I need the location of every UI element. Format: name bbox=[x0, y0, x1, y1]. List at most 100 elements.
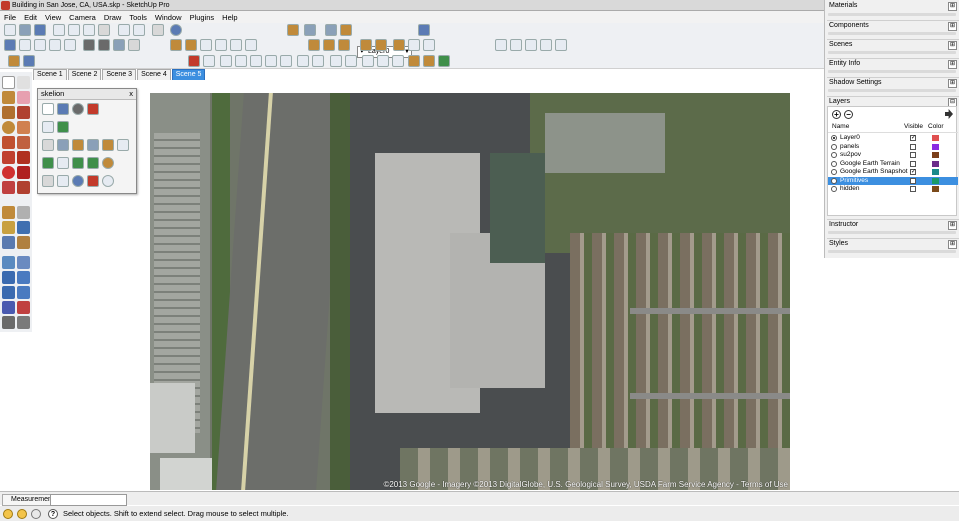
column-visible[interactable]: Visible bbox=[904, 123, 923, 131]
close-icon[interactable]: x bbox=[129, 89, 133, 99]
panel-instructor[interactable]: Instructor ⊞ bbox=[827, 219, 959, 230]
eraser-tool-icon[interactable] bbox=[17, 91, 30, 104]
panel-entity-info[interactable]: Entity Info ⊞ bbox=[827, 58, 959, 69]
skelion-tilt-icon[interactable] bbox=[72, 139, 84, 151]
warehouse-icon[interactable] bbox=[230, 39, 242, 51]
walk-tool-icon[interactable] bbox=[2, 316, 15, 329]
visible-checkbox[interactable] bbox=[910, 177, 916, 184]
sketchup-app-icon[interactable] bbox=[1, 1, 10, 10]
layer-row[interactable]: Layer0 ✓ bbox=[828, 134, 958, 142]
skelion-arch-icon[interactable] bbox=[42, 175, 54, 187]
active-layer-radio[interactable] bbox=[831, 177, 837, 184]
orbit-icon[interactable] bbox=[2, 256, 15, 269]
redo-icon[interactable] bbox=[133, 24, 145, 36]
menu-camera[interactable]: Camera bbox=[69, 13, 96, 22]
layer-color-swatch[interactable] bbox=[932, 186, 939, 192]
smoove-icon[interactable] bbox=[203, 55, 215, 67]
export-icon[interactable] bbox=[438, 55, 450, 67]
rectangle-tool-icon[interactable] bbox=[2, 106, 15, 119]
skelion-sun-icon[interactable] bbox=[102, 157, 114, 169]
active-layer-radio[interactable] bbox=[831, 160, 837, 167]
credits-icon[interactable] bbox=[17, 509, 27, 519]
circle-tool-icon[interactable] bbox=[2, 121, 15, 134]
look-around-icon[interactable] bbox=[17, 301, 30, 314]
active-layer-radio[interactable] bbox=[831, 186, 837, 192]
skelion-target-icon[interactable] bbox=[87, 175, 99, 187]
expand-icon[interactable]: ⊞ bbox=[948, 41, 957, 50]
skelion-filter-icon[interactable] bbox=[102, 139, 114, 151]
union-icon[interactable] bbox=[495, 39, 507, 51]
expand-icon[interactable]: ⊞ bbox=[948, 22, 957, 31]
skelion-sun-path-icon[interactable] bbox=[57, 157, 69, 169]
new-file-icon[interactable] bbox=[4, 24, 16, 36]
layer-row[interactable]: Primitives bbox=[828, 176, 958, 185]
wireframe-icon[interactable] bbox=[98, 39, 110, 51]
door-icon[interactable] bbox=[392, 55, 404, 67]
active-layer-radio[interactable] bbox=[831, 135, 837, 141]
monochrome-icon[interactable] bbox=[128, 39, 140, 51]
panel-materials[interactable]: Materials ⊞ bbox=[827, 1, 959, 11]
sandbox-icon[interactable] bbox=[408, 39, 420, 51]
paste-icon[interactable] bbox=[83, 24, 95, 36]
visible-checkbox[interactable]: ✓ bbox=[910, 169, 916, 175]
satellite-imagery[interactable]: ©2013 Google - Imagery ©2013 DigitalGlob… bbox=[150, 93, 790, 490]
layer-row[interactable]: Google Earth Terrain bbox=[828, 160, 958, 168]
visible-checkbox[interactable] bbox=[910, 152, 916, 158]
skelion-m-icon[interactable] bbox=[57, 121, 69, 133]
layer-manager-icon[interactable] bbox=[418, 24, 430, 36]
text-tool-icon[interactable] bbox=[17, 221, 30, 234]
save-icon[interactable] bbox=[34, 24, 46, 36]
column-color[interactable]: Color bbox=[928, 123, 944, 131]
extrude-icon[interactable] bbox=[408, 55, 420, 67]
protractor-icon[interactable] bbox=[2, 221, 15, 234]
expand-icon[interactable]: ⊞ bbox=[948, 221, 957, 230]
menu-view[interactable]: View bbox=[45, 13, 61, 22]
add-detail-icon[interactable] bbox=[265, 55, 277, 67]
outer-shell-icon[interactable] bbox=[23, 55, 35, 67]
materials-icon[interactable] bbox=[423, 55, 435, 67]
help-icon[interactable] bbox=[72, 175, 84, 187]
section-icon[interactable] bbox=[185, 39, 197, 51]
panel-shadow-settings[interactable]: Shadow Settings ⊞ bbox=[827, 77, 959, 88]
layer-color-swatch[interactable] bbox=[932, 177, 939, 184]
expand-icon[interactable]: ⊞ bbox=[948, 79, 957, 88]
layer-row[interactable]: su2pov bbox=[828, 151, 958, 159]
lattice-icon[interactable] bbox=[312, 55, 324, 67]
skelion-eye-icon[interactable] bbox=[42, 157, 54, 169]
layer-color-swatch[interactable] bbox=[932, 152, 939, 158]
grid-icon[interactable] bbox=[220, 55, 232, 67]
axes-tool-icon[interactable] bbox=[2, 236, 15, 249]
help-icon[interactable]: ? bbox=[48, 509, 58, 519]
panel-styles[interactable]: Styles ⊞ bbox=[827, 238, 959, 249]
layer-color-swatch[interactable] bbox=[932, 135, 939, 141]
ruby-console-icon[interactable] bbox=[393, 39, 405, 51]
right-view-icon[interactable] bbox=[49, 39, 61, 51]
user-icon[interactable] bbox=[31, 509, 41, 519]
iso-view-icon[interactable] bbox=[4, 39, 16, 51]
panel-layers[interactable]: Layers ⊟ bbox=[827, 96, 959, 107]
follow-me-tool-icon[interactable] bbox=[17, 166, 30, 179]
rotate-tool-icon[interactable] bbox=[2, 166, 15, 179]
menu-help[interactable]: Help bbox=[222, 13, 237, 22]
follow-me-icon[interactable] bbox=[8, 55, 20, 67]
xray-icon[interactable] bbox=[83, 39, 95, 51]
column-name[interactable]: Name bbox=[832, 123, 849, 131]
layer-name[interactable]: Google Earth Snapshot bbox=[840, 168, 908, 176]
paint-bucket-icon[interactable] bbox=[170, 39, 182, 51]
model-info-icon[interactable] bbox=[170, 24, 182, 36]
active-layer-radio[interactable] bbox=[831, 143, 837, 150]
open-file-icon[interactable] bbox=[19, 24, 31, 36]
skelion-array-icon[interactable] bbox=[57, 139, 69, 151]
push-pull-tool-icon[interactable] bbox=[17, 151, 30, 164]
drape-icon[interactable] bbox=[250, 55, 262, 67]
layer-row[interactable]: hidden bbox=[828, 185, 958, 193]
expand-icon[interactable]: ⊞ bbox=[948, 60, 957, 69]
panel-scenes[interactable]: Scenes ⊞ bbox=[827, 39, 959, 50]
3d-text-icon[interactable] bbox=[17, 236, 30, 249]
get-photo-icon[interactable] bbox=[308, 39, 320, 51]
skelion-psi-icon[interactable] bbox=[42, 103, 54, 115]
erase-icon[interactable] bbox=[98, 24, 110, 36]
polygon-tool-icon[interactable] bbox=[2, 136, 15, 149]
get-models-icon[interactable] bbox=[304, 24, 316, 36]
undo-icon[interactable] bbox=[118, 24, 130, 36]
